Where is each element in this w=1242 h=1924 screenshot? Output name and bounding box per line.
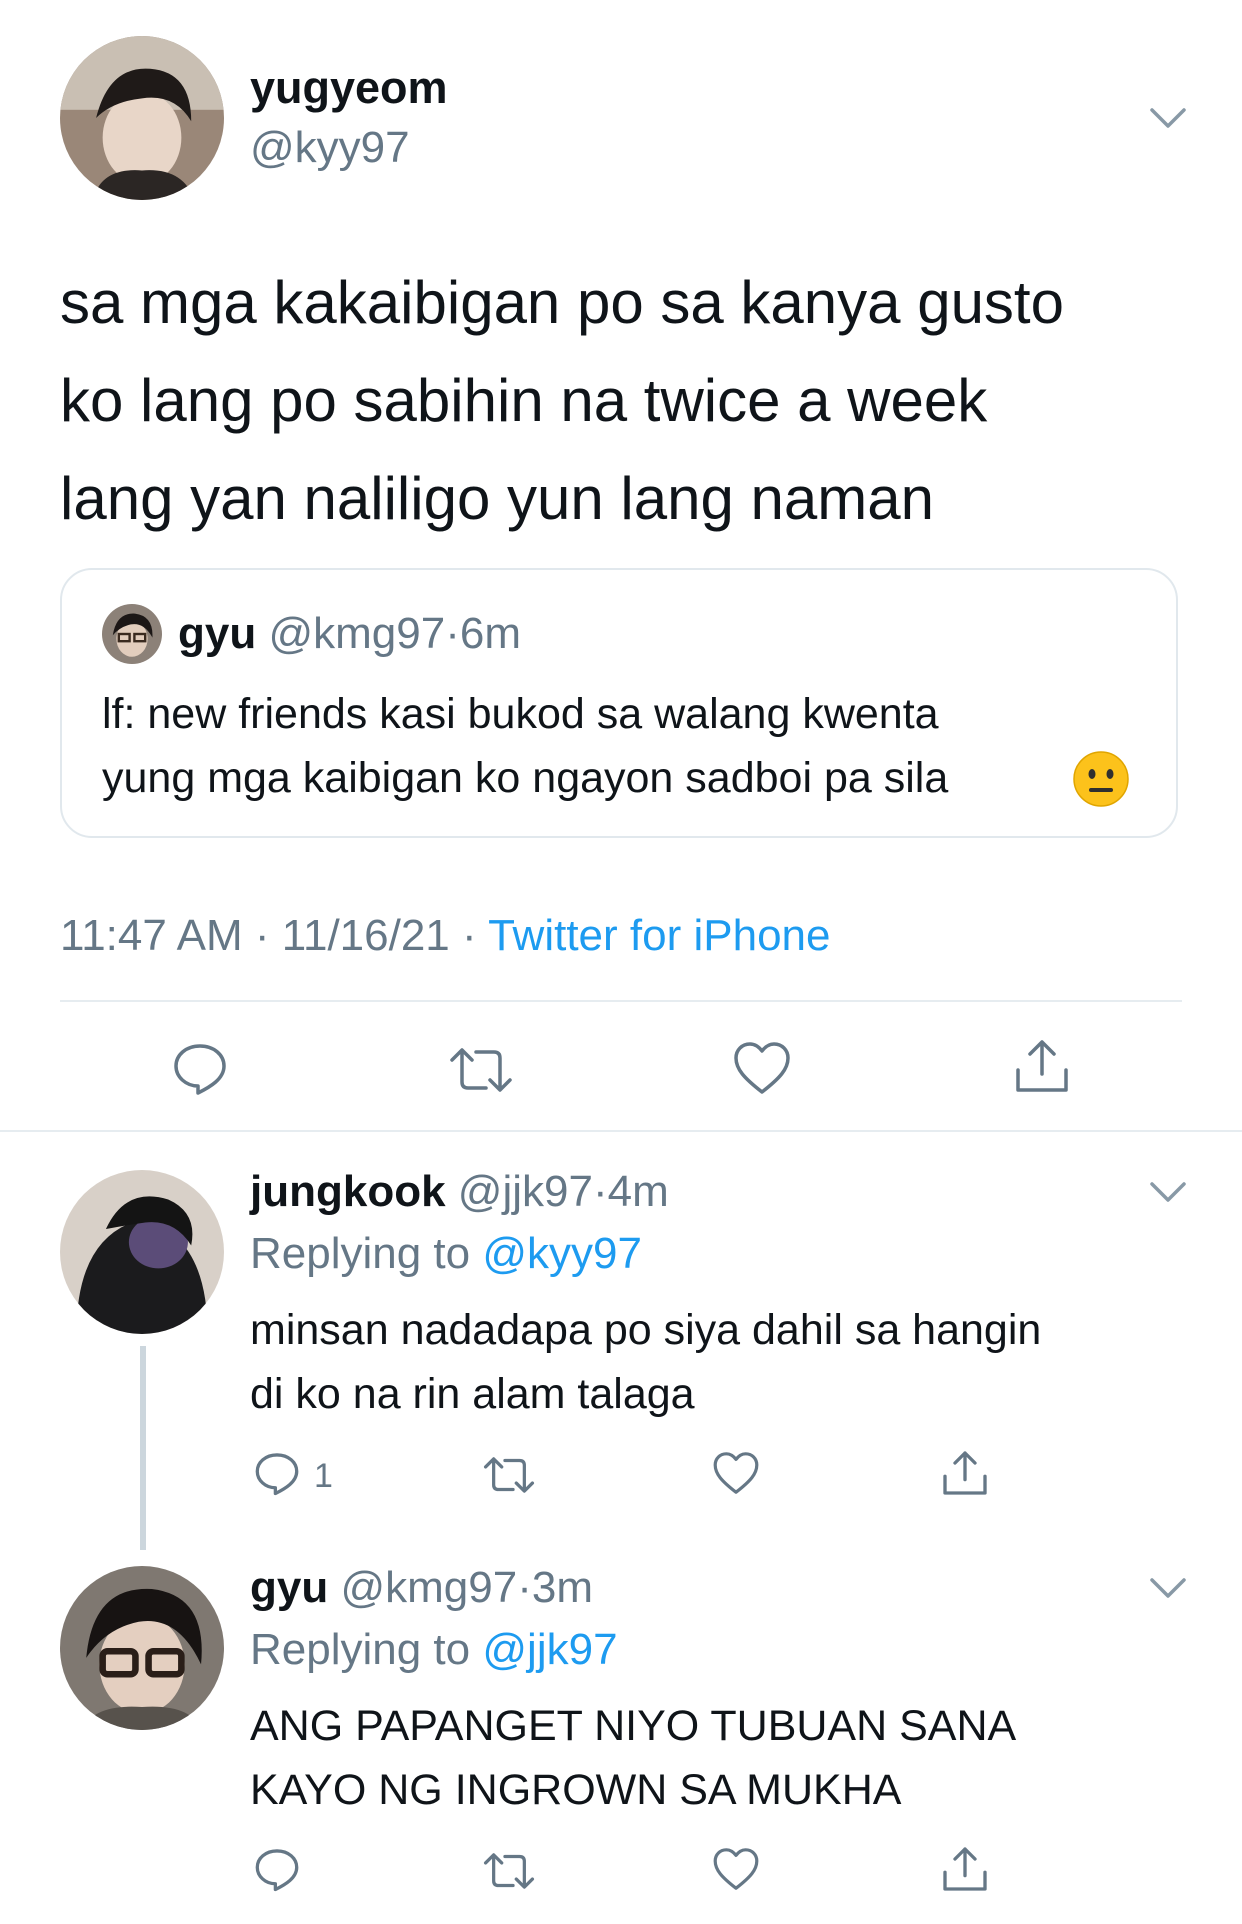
reply-count: 1 (314, 1457, 333, 1495)
reply-text-line: KAYO NG INGROWN SA MUKHA (250, 1766, 902, 1814)
main-display-name[interactable]: yugyeom (250, 62, 448, 114)
thread-line (140, 1346, 146, 1550)
reply-handle[interactable]: @jjk97 (458, 1167, 593, 1216)
reply-header: jungkook @jjk97·4m (250, 1166, 669, 1218)
main-tweet-line: sa mga kakaibigan po sa kanya gusto (60, 269, 1064, 336)
reply-dot: · (592, 1167, 608, 1216)
like-icon[interactable] (712, 1846, 760, 1892)
reply-handle[interactable]: @kmg97 (340, 1563, 517, 1612)
avatar-gyu-quoted[interactable] (102, 604, 162, 664)
replying-to-link[interactable]: @kyy97 (482, 1229, 642, 1278)
main-tweet-text: sa mga kakaibigan po sa kanya gusto ko l… (60, 254, 1064, 548)
reply-display-name[interactable]: jungkook (250, 1167, 446, 1216)
retweet-icon[interactable] (448, 1044, 514, 1096)
reply-text: ANG PAPANGET NIYO TUBUAN SANA KAYO NG IN… (250, 1694, 1016, 1822)
quoted-text-line: yung mga kaibigan ko ngayon sadboi pa si… (102, 746, 948, 810)
reply-icon[interactable] (254, 1450, 300, 1496)
reply-header: gyu @kmg97·3m (250, 1562, 593, 1614)
reply-time: 3m (531, 1563, 593, 1612)
quoted-text-segment: yung mga kaibigan ko ngayon sadboi pa si… (102, 754, 949, 802)
avatar-gyu[interactable] (60, 1566, 224, 1730)
tweet-meta: 11:47 AM · 11/16/21 · Twitter for iPhone (60, 910, 830, 962)
reply-icon[interactable] (254, 1846, 300, 1892)
replying-to-prefix: Replying to (250, 1229, 471, 1278)
like-icon[interactable] (732, 1040, 792, 1096)
main-handle[interactable]: @kyy97 (250, 122, 410, 174)
reply-text-line: minsan nadadapa po siya dahil sa hangin (250, 1306, 1042, 1354)
quoted-handle[interactable]: @kmg97 (268, 609, 445, 658)
retweet-icon[interactable] (482, 1850, 536, 1892)
like-icon[interactable] (712, 1450, 760, 1496)
quoted-time: 6m (459, 609, 521, 658)
meta-separator: · (462, 911, 477, 960)
tweet-date: 11/16/21 (281, 911, 450, 960)
share-icon[interactable] (940, 1844, 990, 1894)
reply-time: 4m (607, 1167, 669, 1216)
replying-to: Replying to @kyy97 (250, 1228, 642, 1280)
reply-icon[interactable] (172, 1040, 228, 1096)
divider (60, 1000, 1182, 1002)
quoted-text-line: lf: new friends kasi bukod sa walang kwe… (102, 690, 939, 738)
share-icon[interactable] (940, 1448, 990, 1498)
reply-text-line: ANG PAPANGET NIYO TUBUAN SANA (250, 1702, 1017, 1750)
reply-text: minsan nadadapa po siya dahil sa hangin … (250, 1298, 1041, 1426)
divider (0, 1130, 1242, 1132)
retweet-icon[interactable] (482, 1454, 536, 1496)
quoted-dot: · (445, 609, 460, 658)
chevron-down-icon[interactable] (1148, 1178, 1188, 1206)
chevron-down-icon[interactable] (1148, 1574, 1188, 1602)
reply-dot: · (517, 1563, 532, 1612)
reply-text-line: di ko na rin alam talaga (250, 1370, 695, 1418)
quoted-text: lf: new friends kasi bukod sa walang kwe… (102, 682, 948, 810)
replying-to-link[interactable]: @jjk97 (482, 1625, 617, 1674)
tweet-source-link[interactable]: Twitter for iPhone (488, 911, 830, 960)
share-icon[interactable] (1012, 1036, 1072, 1096)
reply-display-name[interactable]: gyu (250, 1563, 328, 1612)
neutral-face-emoji-icon (1073, 751, 1129, 807)
chevron-down-icon[interactable] (1148, 104, 1188, 132)
main-tweet-line: lang yan naliligo yun lang naman (60, 465, 934, 532)
replying-to-prefix: Replying to (250, 1625, 471, 1674)
replying-to: Replying to @jjk97 (250, 1624, 618, 1676)
main-tweet-line: ko lang po sabihin na twice a week (60, 367, 988, 434)
avatar-jungkook[interactable] (60, 1170, 224, 1334)
meta-separator: · (254, 911, 270, 960)
tweet-time: 11:47 AM (60, 911, 243, 960)
quoted-header: gyu @kmg97·6m (178, 608, 521, 660)
quoted-display-name[interactable]: gyu (178, 609, 256, 658)
avatar-yugyeom[interactable] (60, 36, 224, 200)
